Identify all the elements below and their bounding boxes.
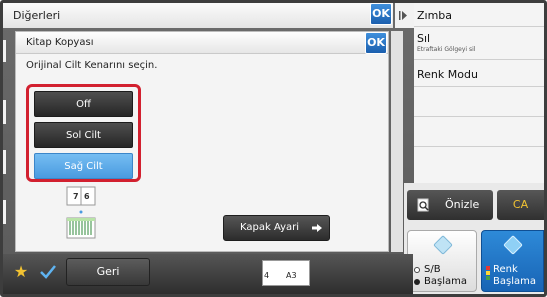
right-function-panel: Zımba Sıl Etraftaki Gölgeyi sil Renk Mod…	[414, 3, 544, 183]
arrow-right-icon	[312, 224, 322, 232]
clear-all-button[interactable]: CA	[497, 190, 544, 220]
option-right-binding-button[interactable]: Sağ Cilt	[34, 153, 133, 179]
right-item-renk-modu[interactable]: Renk Modu	[414, 60, 544, 87]
option-off-button[interactable]: Off	[34, 91, 133, 117]
background-menu-edge	[0, 150, 6, 174]
page-title: Diğerleri	[13, 9, 61, 22]
dialog-scroll-edge	[391, 31, 403, 252]
background-menu-edge	[0, 200, 6, 224]
right-item-sil[interactable]: Sıl Etraftaki Gölgeyi sil	[414, 27, 544, 60]
color-start-line2: Başlama	[493, 276, 536, 287]
dialog-instruction: Orijinal Cilt Kenarını seçin.	[26, 60, 158, 71]
panel-expand-tab[interactable]	[395, 3, 414, 28]
color-start-button[interactable]: Renk Başlama	[481, 230, 544, 292]
preview-button[interactable]: Önizle	[407, 190, 493, 220]
paper-tray-number: 4	[264, 271, 270, 280]
right-item-zimba[interactable]: Zımba	[414, 3, 544, 27]
dialog-header: Kitap Kopyası	[16, 32, 388, 54]
right-item-empty	[414, 87, 544, 117]
diagram-page-number: 7	[73, 192, 79, 201]
book-binding-diagram: 7 6	[61, 185, 101, 245]
diagram-page-number: 6	[84, 192, 90, 201]
header-ok-button[interactable]: OK	[370, 3, 392, 25]
right-item-sublabel: Etraftaki Gölgeyi sil	[417, 46, 476, 53]
color-dot-icon	[486, 271, 490, 275]
color-dot-icon	[486, 266, 490, 270]
cover-settings-label: Kapak Ayari	[240, 222, 300, 233]
right-item-label: Sıl	[417, 32, 431, 45]
dialog-ok-button[interactable]: OK	[365, 32, 387, 54]
radio-dot-icon	[414, 279, 420, 285]
bottom-bar	[3, 254, 413, 294]
radio-dot-icon	[414, 267, 420, 273]
right-item-label: Zımba	[417, 9, 453, 22]
bw-start-line1: S/B	[424, 264, 441, 275]
dialog-title: Kitap Kopyası	[26, 37, 94, 48]
preview-label: Önizle	[445, 198, 480, 211]
binding-option-group: Off Sol Cilt Sağ Cilt	[26, 84, 141, 182]
back-button[interactable]: Geri	[66, 258, 150, 286]
background-menu-edge	[0, 40, 6, 62]
right-item-label: Renk Modu	[417, 68, 478, 81]
start-diamond-icon	[503, 235, 523, 255]
magnifier-document-icon	[417, 198, 429, 212]
star-icon[interactable]: ★	[12, 262, 30, 282]
cover-settings-button[interactable]: Kapak Ayari	[223, 215, 330, 241]
option-left-binding-button[interactable]: Sol Cilt	[34, 122, 133, 148]
header-bar: Diğerleri	[3, 3, 393, 28]
bw-start-line2: Başlama	[424, 276, 467, 287]
checkmark-icon[interactable]	[36, 258, 60, 286]
copier-screen: Diğerleri OK Zımba Sıl Etraftaki Gölgeyi…	[0, 0, 547, 297]
bw-start-button[interactable]: S/B Başlama	[407, 230, 477, 292]
right-item-empty	[414, 147, 544, 183]
right-item-empty	[414, 117, 544, 147]
color-dot-icon	[486, 276, 490, 280]
paper-size: A3	[286, 271, 297, 280]
book-pages-icon	[66, 186, 96, 239]
start-diamond-icon	[433, 235, 453, 255]
paper-size-indicator: 4 A3	[258, 260, 314, 286]
chevron-right-icon	[399, 11, 407, 20]
color-start-line1: Renk	[493, 264, 518, 275]
book-copy-dialog: Kitap Kopyası OK Orijinal Cilt Kenarını …	[15, 31, 389, 252]
checkmark-glyph	[40, 265, 56, 279]
background-menu-edge	[0, 100, 6, 124]
